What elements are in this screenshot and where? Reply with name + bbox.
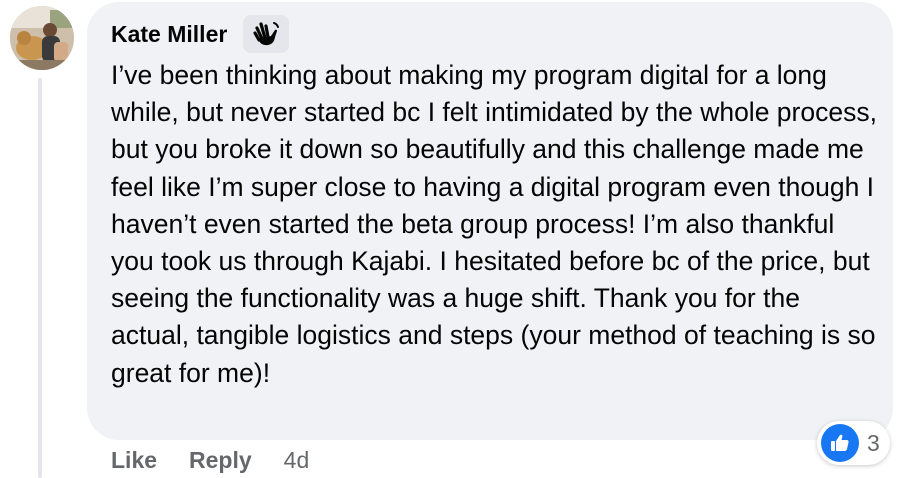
like-button[interactable]: Like xyxy=(111,447,157,474)
reaction-summary[interactable]: 3 xyxy=(817,421,890,465)
waving-hand-icon xyxy=(253,22,280,46)
avatar[interactable] xyxy=(10,6,74,70)
comment-text: I’ve been thinking about making my progr… xyxy=(111,60,877,388)
author-name[interactable]: Kate Miller xyxy=(111,21,227,48)
timestamp[interactable]: 4d xyxy=(284,447,310,474)
comment-container: Kate Miller I’ve been thinking about mak… xyxy=(0,0,918,478)
comment-actions: Like Reply 4d xyxy=(111,443,309,477)
comment-header: Kate Miller xyxy=(111,14,290,54)
thread-line xyxy=(38,78,42,478)
thumbs-up-icon xyxy=(821,424,859,462)
badge[interactable] xyxy=(243,15,290,53)
avatar-photo xyxy=(10,6,74,70)
reply-button[interactable]: Reply xyxy=(189,447,252,474)
reaction-count: 3 xyxy=(867,429,880,456)
